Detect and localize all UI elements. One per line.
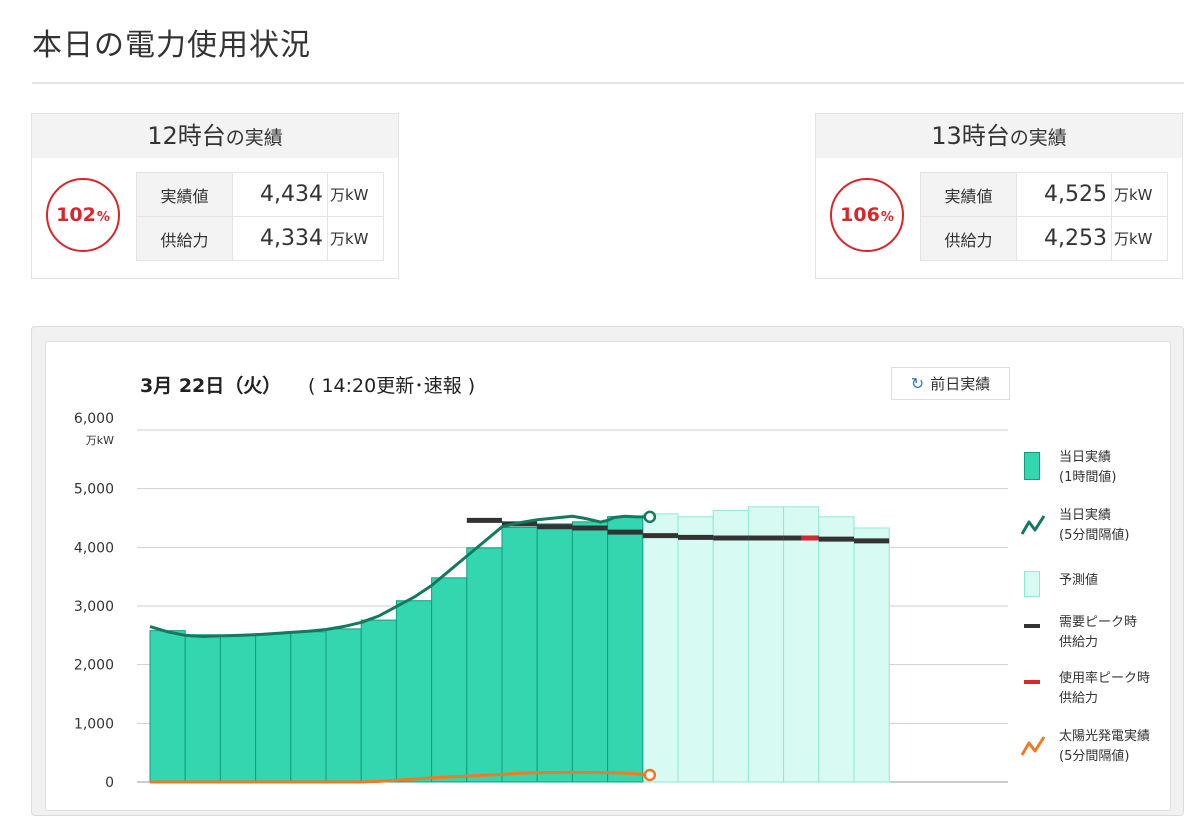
y-tick-label: 6,000 <box>74 411 114 427</box>
y-axis-unit: 万kW <box>86 434 114 447</box>
actual-bar <box>149 630 186 783</box>
actual-bar <box>571 521 609 783</box>
solar-line-endpoint <box>643 768 657 782</box>
legend-swatch <box>1024 571 1040 597</box>
actual-bar <box>607 516 644 783</box>
actual-bar <box>325 628 362 783</box>
forecast-bar <box>783 506 820 783</box>
legend-label: 太陽光発電実績 (5分間隔値) <box>1059 729 1151 764</box>
forecast-bar <box>818 516 855 783</box>
forecast-bar <box>677 516 714 783</box>
actual-bar <box>360 619 397 783</box>
y-tick-label: 3,000 <box>74 599 114 615</box>
actual-bar <box>395 600 433 783</box>
legend-swatch <box>1024 624 1040 628</box>
legend-swatch <box>1024 452 1040 480</box>
forecast-bar <box>747 506 785 783</box>
actual-line-endpoint <box>643 510 657 524</box>
power-usage-chart: 0 1,000 2,000 3,000 4,000 5,000 6,000 万kW <box>74 411 1008 791</box>
actual-bar <box>536 523 573 783</box>
forecast-bar <box>853 527 890 783</box>
forecast-bar <box>642 513 679 783</box>
actual-bar <box>501 526 538 783</box>
legend-label: 当日実績 (5分間隔値) <box>1059 508 1130 543</box>
forecast-bar <box>712 509 749 783</box>
legend-swatch <box>1024 680 1040 684</box>
actual-bar <box>466 547 503 783</box>
actual-bar <box>184 634 221 783</box>
actual-bar <box>290 631 327 783</box>
legend-label: 当日実績 (1時間値) <box>1059 450 1117 485</box>
y-tick-label: 4,000 <box>74 540 114 556</box>
actual-bar <box>431 577 468 783</box>
y-tick-label: 1,000 <box>74 716 114 732</box>
y-tick-label: 2,000 <box>74 658 114 674</box>
legend-label: 予測値 <box>1059 573 1099 588</box>
y-tick-label: 0 <box>105 775 114 791</box>
y-tick-label: 5,000 <box>74 482 114 498</box>
legend-label: 需要ピーク時 供給力 <box>1059 615 1138 650</box>
actual-bar <box>255 633 292 783</box>
legend-label: 使用率ピーク時 供給力 <box>1059 671 1151 706</box>
actual-bar <box>219 634 257 783</box>
legend-swatch-line-icon <box>1020 515 1046 535</box>
legend-swatch-line-icon <box>1020 736 1046 756</box>
